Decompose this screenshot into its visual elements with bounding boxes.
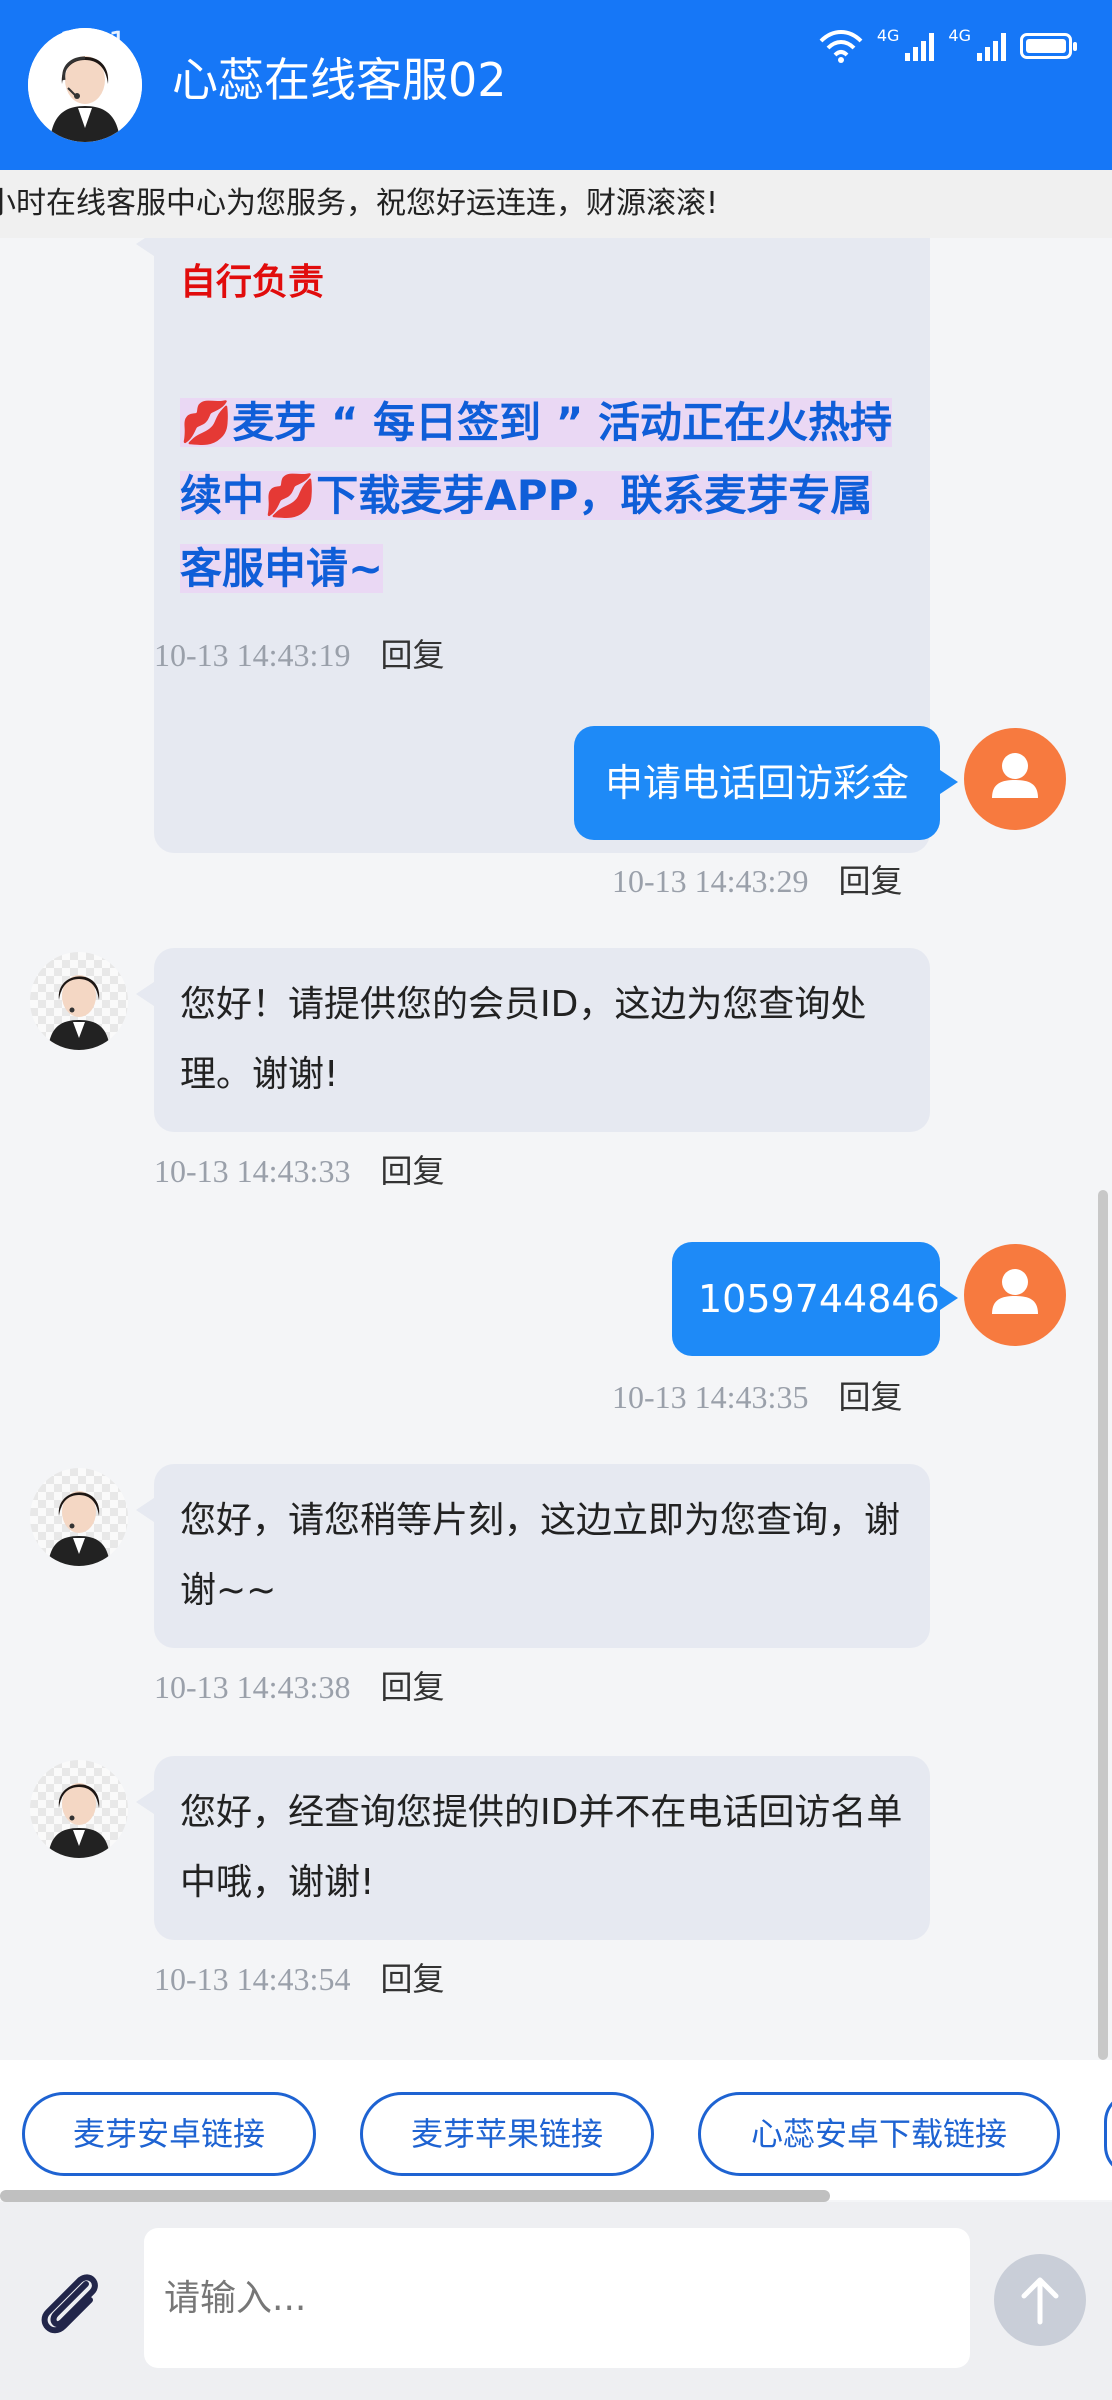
- reply-button[interactable]: 回复: [380, 1960, 444, 1998]
- user-avatar[interactable]: [964, 1244, 1066, 1346]
- promo-text: 💋麦芽 “ 每日签到 ” 活动正在火热持续中💋下载麦芽APP，联系麦芽专属客服申…: [180, 398, 892, 593]
- signal-icon-2: [977, 31, 1006, 61]
- message-input[interactable]: [144, 2228, 970, 2368]
- user-message-bubble: 申请电话回访彩金: [574, 726, 958, 840]
- quick-link-more[interactable]: [1104, 2092, 1112, 2176]
- status-time: 2:41: [60, 26, 128, 61]
- message-meta: 10-13 14:43:19 回复: [154, 630, 444, 676]
- agent-portrait-icon: [48, 1783, 110, 1858]
- message-time: 10-13 14:43:33: [154, 1153, 351, 1189]
- message-meta: 10-13 14:43:35 回复: [612, 1372, 902, 1418]
- battery-icon: [1020, 33, 1077, 59]
- message-time: 10-13 14:43:54: [154, 1961, 351, 1997]
- network-type-label: 4G: [876, 26, 900, 45]
- reply-button[interactable]: 回复: [838, 1378, 902, 1416]
- message-input-bar: [0, 2202, 1112, 2400]
- arrow-up-icon: [1021, 2277, 1059, 2325]
- user-icon: [992, 753, 1038, 798]
- app-header: 2:41 心蕊在线客服02 4G 4G: [0, 0, 1112, 170]
- paperclip-icon: [41, 2274, 98, 2334]
- agent-avatar[interactable]: [30, 952, 128, 1050]
- message-meta: 10-13 14:43:38 回复: [154, 1662, 444, 1708]
- agent-message-bubble: 您好，经查询您提供的ID并不在电话回访名单中哦，谢谢!: [136, 1756, 930, 1940]
- user-avatar[interactable]: [964, 728, 1066, 830]
- wifi-icon: [819, 30, 863, 63]
- reply-button[interactable]: 回复: [380, 1668, 444, 1706]
- agent-avatar[interactable]: [30, 1760, 128, 1858]
- message-line: 自行负责: [180, 262, 325, 303]
- message-time: 10-13 14:43:35: [612, 1379, 809, 1415]
- message-meta: 10-13 14:43:29 回复: [612, 856, 902, 902]
- quick-links-scrollbar[interactable]: [0, 2190, 830, 2202]
- chat-title: 心蕊在线客服02: [172, 53, 507, 107]
- notice-marquee: 小时在线客服中心为您服务，祝您好运连连，财源滚滚!: [0, 170, 1112, 238]
- user-message-bubble: 1059744846: [672, 1242, 958, 1356]
- agent-message-bubble: 您好，请您稍等片刻，这边立即为您查询，谢谢~~: [136, 1464, 930, 1648]
- reply-button[interactable]: 回复: [380, 1152, 444, 1190]
- notice-text: 小时在线客服中心为您服务，祝您好运连连，财源滚滚!: [0, 186, 719, 221]
- reply-button[interactable]: 回复: [380, 636, 444, 674]
- agent-avatar[interactable]: [30, 1468, 128, 1566]
- quick-link-maiya-ios[interactable]: 麦芽苹果链接: [360, 2092, 654, 2176]
- quick-links-bar: 麦芽安卓链接 麦芽苹果链接 心蕊安卓下载链接: [0, 2060, 1112, 2200]
- network-type-label-2: 4G: [948, 26, 971, 45]
- status-icons: 4G 4G: [819, 26, 1077, 66]
- agent-portrait-icon: [48, 1491, 110, 1566]
- message-time: 10-13 14:43:38: [154, 1669, 351, 1705]
- message-time: 10-13 14:43:29: [612, 863, 809, 899]
- agent-portrait-icon: [48, 975, 110, 1050]
- reply-button[interactable]: 回复: [838, 862, 902, 900]
- send-button[interactable]: [994, 2254, 1086, 2346]
- agent-message-bubble: 您好！请提供您的会员ID，这边为您查询处理。谢谢!: [136, 948, 930, 1132]
- message-meta: 10-13 14:43:33 回复: [154, 1146, 444, 1192]
- attach-button[interactable]: [30, 2262, 110, 2342]
- chat-scrollbar[interactable]: [1098, 1190, 1108, 2060]
- message-meta: 10-13 14:43:54 回复: [154, 1954, 444, 2000]
- chat-list[interactable]: 自行负责 💋麦芽 “ 每日签到 ” 活动正在火热持续中💋下载麦芽APP，联系麦芽…: [0, 238, 1112, 2060]
- signal-icon: [905, 31, 935, 61]
- message-time: 10-13 14:43:19: [154, 637, 351, 673]
- quick-link-xinrui-android[interactable]: 心蕊安卓下载链接: [698, 2092, 1060, 2176]
- user-icon: [992, 1269, 1038, 1314]
- quick-link-maiya-android[interactable]: 麦芽安卓链接: [22, 2092, 316, 2176]
